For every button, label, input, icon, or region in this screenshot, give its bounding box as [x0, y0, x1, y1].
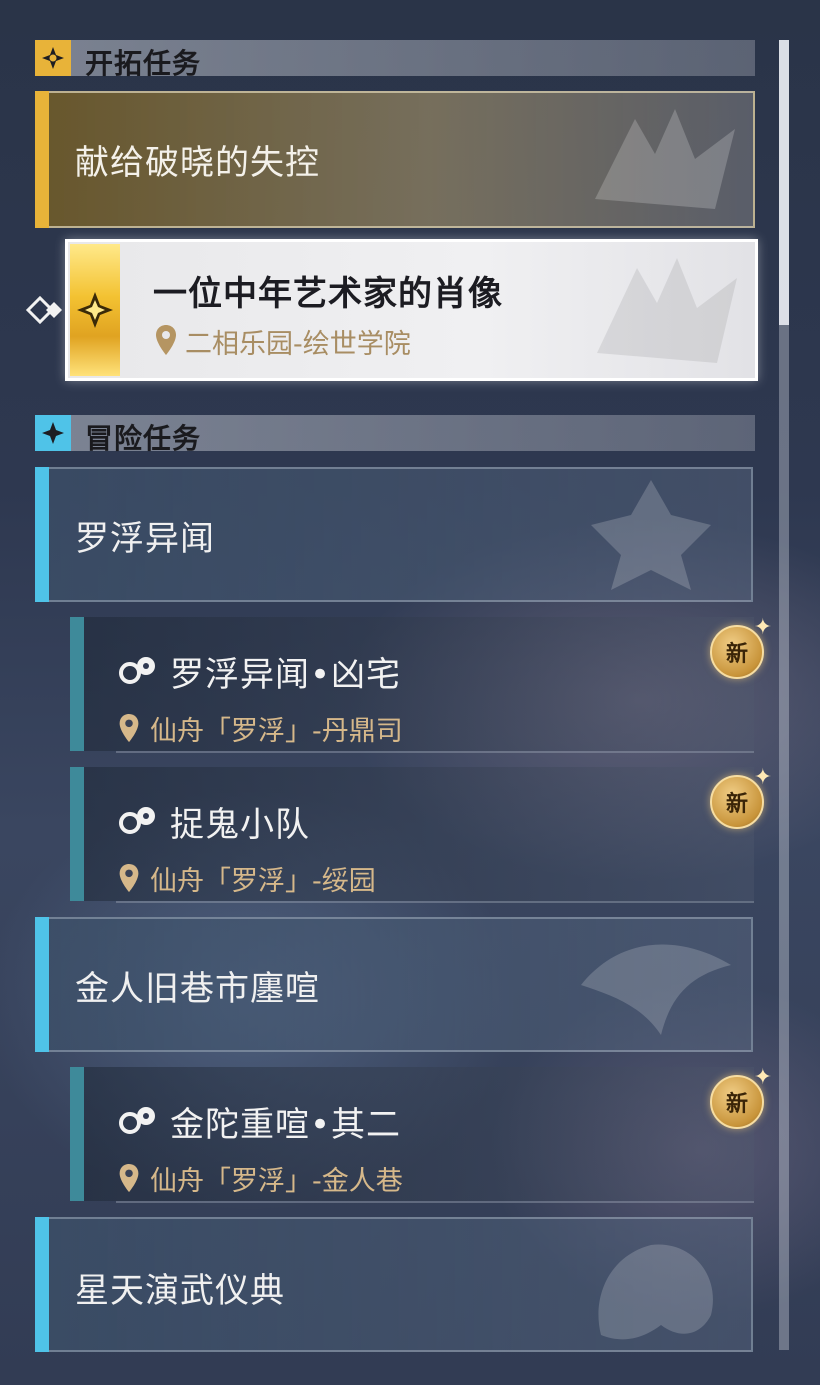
new-badge: 新 ✦ — [710, 765, 772, 829]
adventure-icon — [35, 415, 71, 451]
item-accent-bar — [70, 617, 84, 751]
bird-emblem-icon — [581, 944, 731, 1035]
dragon-emblem-icon — [595, 109, 735, 209]
divider — [116, 1201, 754, 1203]
group-title: 罗浮异闻 — [75, 519, 215, 559]
item-accent-bar — [70, 767, 84, 901]
divider — [116, 751, 754, 753]
sparkle-icon: ✦ — [753, 1065, 772, 1090]
quest-item[interactable]: 捉鬼小队 仙舟「罗浮」-绥园 新 ✦ — [70, 765, 772, 903]
group-accent-bar — [35, 917, 49, 1052]
location-pin-icon — [119, 1163, 139, 1193]
quest-item[interactable]: 罗浮异闻•凶宅 仙舟「罗浮」-丹鼎司 新 ✦ — [70, 615, 772, 753]
trailblaze-star-icon — [77, 292, 113, 328]
selected-quest-location: 二相乐园-绘世学院 — [185, 329, 411, 360]
quest-item[interactable]: 金陀重喧•其二 仙舟「罗浮」-金人巷 新 ✦ — [70, 1065, 772, 1203]
section-header-adventure: 冒险任务 — [35, 415, 755, 455]
location-pin-icon — [119, 713, 139, 743]
quest-name: 金陀重喧•其二 — [170, 1105, 402, 1145]
quest-location: 仙舟「罗浮」-金人巷 — [150, 1166, 403, 1197]
group-title: 星天演武仪典 — [75, 1271, 285, 1311]
trailblaze-icon — [35, 40, 71, 76]
dragon-emblem-icon — [597, 258, 737, 363]
adventure-quest-icon — [119, 807, 155, 834]
section-header-trailblaze: 开拓任务 — [35, 40, 755, 80]
group-accent-bar — [35, 467, 49, 602]
divider — [116, 901, 754, 903]
quest-location: 仙舟「罗浮」-绥园 — [150, 866, 376, 897]
section-title: 开拓任务 — [85, 47, 202, 80]
group-accent-bar — [35, 1217, 49, 1352]
sparkle-icon: ✦ — [753, 765, 772, 790]
trailblaze-quest-ribbon — [70, 244, 120, 376]
location-pin-icon — [156, 325, 176, 355]
adventure-quest-icon — [119, 657, 155, 684]
scrollbar-thumb[interactable] — [779, 40, 789, 325]
quest-location: 仙舟「罗浮」-丹鼎司 — [150, 716, 403, 747]
selected-quest-name: 一位中年艺术家的肖像 — [153, 274, 503, 314]
section-title: 冒险任务 — [85, 422, 202, 455]
quest-group-card[interactable]: 罗浮异闻 — [35, 467, 753, 602]
quest-group-card[interactable]: 星天演武仪典 — [35, 1217, 753, 1352]
trailblaze-group-card[interactable]: 献给破晓的失控 — [35, 91, 755, 228]
quest-name: 捉鬼小队 — [170, 805, 310, 845]
selection-arrow-icon — [24, 294, 66, 330]
selected-quest-card[interactable]: 一位中年艺术家的肖像 二相乐园-绘世学院 — [65, 239, 758, 381]
sparkle-icon: ✦ — [753, 615, 772, 640]
beast-emblem-icon — [598, 1244, 713, 1340]
adventure-quest-icon — [119, 1107, 155, 1134]
new-badge: 新 ✦ — [710, 1065, 772, 1129]
location-pin-icon — [119, 863, 139, 893]
group-title: 金人旧巷市廛喧 — [75, 969, 320, 1009]
quest-group-card[interactable]: 金人旧巷市廛喧 — [35, 917, 753, 1052]
new-badge: 新 ✦ — [710, 615, 772, 679]
xianzhou-emblem-icon — [591, 480, 711, 590]
trailblaze-group-title: 献给破晓的失控 — [75, 143, 320, 183]
quest-name: 罗浮异闻•凶宅 — [170, 655, 402, 695]
trailblaze-accent-bar — [35, 91, 49, 228]
item-accent-bar — [70, 1067, 84, 1201]
